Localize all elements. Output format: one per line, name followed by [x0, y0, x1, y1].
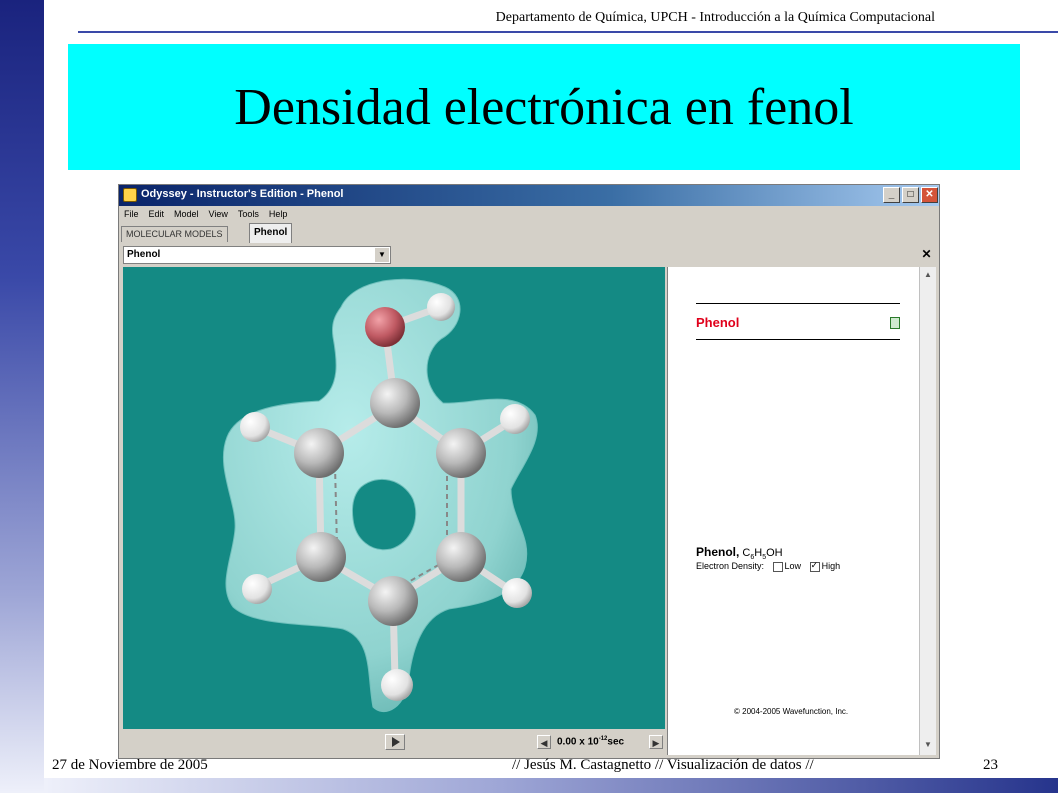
hydrogen-atom: [427, 293, 455, 321]
page-number: 23: [983, 757, 998, 773]
carbon-atom: [294, 428, 344, 478]
step-back-button[interactable]: ◀: [537, 735, 551, 749]
hydrogen-atom: [242, 574, 272, 604]
carbon-atom: [370, 378, 420, 428]
menu-edit[interactable]: Edit: [144, 207, 170, 219]
molecule-viewer[interactable]: [123, 267, 665, 729]
menu-tools[interactable]: Tools: [233, 207, 264, 219]
info-rule-bottom: [696, 339, 900, 340]
formula-name: Phenol,: [696, 545, 740, 559]
oxygen-atom: [365, 307, 405, 347]
hydrogen-atom: [381, 669, 413, 701]
info-title: Phenol: [696, 315, 740, 330]
hydrogen-atom: [502, 578, 532, 608]
document-icon[interactable]: [890, 317, 900, 329]
low-checkbox[interactable]: [772, 561, 783, 572]
formula-tail: OH: [766, 547, 783, 559]
odyssey-window: Odyssey - Instructor's Edition - Phenol …: [118, 184, 940, 759]
time-unit: sec: [607, 736, 625, 748]
info-scrollbar[interactable]: ▲ ▼: [919, 267, 936, 755]
high-checkbox[interactable]: [809, 560, 820, 572]
phenol-density-model: [222, 278, 538, 713]
molecule-select[interactable]: Phenol ▼: [123, 246, 391, 264]
hydrogen-atom: [500, 404, 530, 434]
molecule-formula: Phenol, C6H5OH: [696, 545, 783, 561]
menu-bar: File Edit Model View Tools Help: [119, 207, 939, 223]
tab-phenol[interactable]: Phenol: [249, 223, 293, 243]
density-label: Electron Density:: [696, 561, 765, 571]
slide-title: Densidad electrónica en fenol: [234, 78, 854, 136]
electron-density-options: Electron Density: Low High: [696, 560, 841, 572]
footer-author: // Jesús M. Castagnetto // Visualización…: [512, 757, 814, 773]
molecule-select-value: Phenol: [127, 249, 161, 260]
app-icon: [123, 188, 137, 202]
menu-help[interactable]: Help: [264, 207, 293, 219]
play-button[interactable]: [385, 734, 405, 750]
menu-view[interactable]: View: [204, 207, 233, 219]
menu-file[interactable]: File: [119, 207, 144, 219]
animation-controls: ◀ 0.00 x 10-12sec ▶: [123, 731, 665, 755]
carbon-atom: [436, 428, 486, 478]
slide-header: Departamento de Química, UPCH - Introduc…: [495, 10, 935, 25]
carbon-atom: [368, 576, 418, 626]
time-value: 0.00 x 10: [557, 736, 599, 748]
scroll-up-icon[interactable]: ▲: [922, 269, 934, 281]
slide-bottom-gradient-bar: [44, 778, 1058, 793]
info-rule-top: [696, 303, 900, 304]
time-readout: 0.00 x 10-12sec: [557, 736, 624, 747]
high-label: High: [821, 561, 841, 571]
maximize-button[interactable]: □: [902, 187, 919, 203]
copyright: © 2004-2005 Wavefunction, Inc.: [734, 707, 849, 716]
panel-close-icon[interactable]: ✕: [920, 248, 933, 261]
carbon-atom: [296, 532, 346, 582]
window-titlebar[interactable]: Odyssey - Instructor's Edition - Phenol …: [119, 185, 939, 206]
slide-title-box: Densidad electrónica en fenol: [68, 44, 1020, 170]
slide-left-gradient-bar: [0, 0, 44, 793]
footer-date: 27 de Noviembre de 2005: [52, 757, 208, 773]
step-forward-button[interactable]: ▶: [649, 735, 663, 749]
tab-molecular-models[interactable]: MOLECULAR MODELS: [121, 226, 228, 242]
menu-model[interactable]: Model: [169, 207, 204, 219]
window-title: Odyssey - Instructor's Edition - Phenol: [141, 188, 344, 200]
low-label: Low: [784, 561, 802, 571]
scroll-down-icon[interactable]: ▼: [922, 739, 934, 751]
chevron-down-icon[interactable]: ▼: [375, 248, 389, 262]
hydrogen-atom: [240, 412, 270, 442]
minimize-button[interactable]: _: [883, 187, 900, 203]
close-button[interactable]: ✕: [921, 187, 938, 203]
header-rule: [78, 31, 1058, 33]
info-pane: Phenol Phenol, C6H5OH Electron Density: …: [667, 267, 920, 755]
carbon-atom: [436, 532, 486, 582]
